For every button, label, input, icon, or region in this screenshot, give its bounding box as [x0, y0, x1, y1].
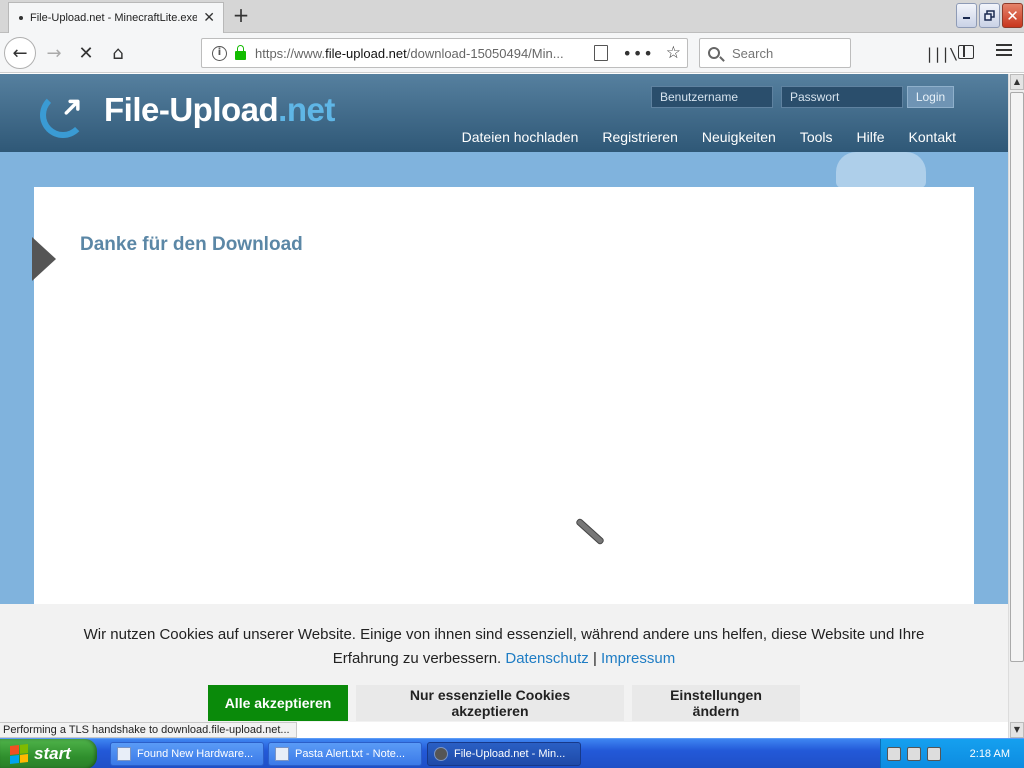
status-bar-text: Performing a TLS handshake to download.f…	[0, 722, 297, 738]
site-logo[interactable]: File-Upload.net	[104, 91, 335, 129]
url-path: /download-15050494/Min...	[406, 45, 564, 61]
task-label: Pasta Alert.txt - Note...	[295, 748, 406, 760]
arrow-right-icon: →	[46, 42, 62, 64]
change-settings-button[interactable]: Einstellungen ändern	[632, 685, 800, 721]
nav-contact[interactable]: Kontakt	[909, 129, 956, 145]
start-label: start	[34, 744, 71, 763]
lock-icon	[235, 44, 246, 60]
sidebar-icon[interactable]	[958, 45, 974, 59]
restore-icon	[984, 10, 995, 21]
task-label: Found New Hardware...	[137, 748, 254, 760]
notepad-icon	[275, 747, 289, 761]
nav-register[interactable]: Registrieren	[602, 129, 677, 145]
page-viewport: ➜ File-Upload.net Login Dateien hochlade…	[0, 74, 1008, 722]
imprint-link[interactable]: Impressum	[601, 650, 675, 667]
cookie-button-row: Alle akzeptieren Nur essenzielle Cookies…	[208, 685, 800, 721]
hamburger-menu-icon[interactable]	[996, 44, 1012, 58]
taskbar-item-browser[interactable]: File-Upload.net - Min...	[427, 742, 581, 766]
site-header: ➜ File-Upload.net Login Dateien hochlade…	[0, 74, 1008, 152]
scroll-up-icon[interactable]: ▲	[1010, 74, 1024, 90]
loading-dot-icon	[19, 16, 23, 20]
taskbar-item-hardware[interactable]: Found New Hardware...	[110, 742, 264, 766]
scroll-down-icon[interactable]: ▼	[1010, 722, 1024, 738]
tab-strip: File-Upload.net - MinecraftLite.exe ✕ + …	[0, 0, 1024, 33]
forward-button[interactable]: →	[38, 37, 70, 69]
close-window-button[interactable]: ✕	[1002, 3, 1023, 28]
navigation-toolbar: ← → ✕ ⌂ i https://www.file-upload.net/do…	[0, 33, 1024, 73]
back-button[interactable]: ←	[4, 37, 36, 69]
stop-button[interactable]: ✕	[70, 37, 102, 69]
windows-logo-icon	[10, 744, 28, 764]
close-icon: ✕	[1006, 6, 1019, 25]
decorative-cloud	[836, 152, 926, 188]
stop-x-icon: ✕	[78, 42, 94, 64]
site-navigation: Dateien hochladen Registrieren Neuigkeit…	[462, 129, 956, 145]
cookie-message: Wir nutzen Cookies auf unserer Website. …	[64, 623, 944, 671]
url-prefix: https://www.	[255, 45, 326, 61]
tab-title: File-Upload.net - MinecraftLite.exe	[30, 12, 198, 24]
page-heading: Danke für den Download	[80, 234, 303, 255]
clock: 2:18 AM	[969, 748, 1010, 760]
home-icon: ⌂	[112, 42, 124, 64]
accept-all-button[interactable]: Alle akzeptieren	[208, 685, 348, 721]
connection-icon[interactable]	[927, 747, 941, 761]
link-separator: |	[592, 650, 597, 667]
bookmark-star-icon[interactable]: ☆	[666, 43, 681, 63]
search-box[interactable]	[699, 38, 851, 68]
url-domain: file-upload.net	[325, 45, 407, 61]
vertical-scrollbar[interactable]: ▲ ▼	[1008, 74, 1024, 738]
taskbar: start Found New Hardware... Pasta Alert.…	[0, 738, 1024, 768]
nav-tools[interactable]: Tools	[800, 129, 833, 145]
nav-upload[interactable]: Dateien hochladen	[462, 129, 579, 145]
reader-view-icon[interactable]	[594, 45, 609, 61]
logo-name: File-Upload	[104, 91, 279, 128]
arrow-left-icon: ←	[12, 42, 28, 64]
password-field[interactable]	[781, 86, 903, 108]
accept-essential-button[interactable]: Nur essenzielle Cookies akzeptieren	[356, 685, 624, 721]
nav-news[interactable]: Neuigkeiten	[702, 129, 776, 145]
browser-icon	[434, 747, 448, 761]
section-marker-icon	[32, 237, 56, 281]
minimize-button[interactable]	[956, 3, 977, 28]
task-label: File-Upload.net - Min...	[454, 748, 566, 760]
close-tab-icon[interactable]: ✕	[203, 10, 215, 26]
privacy-link[interactable]: Datenschutz	[505, 650, 588, 667]
window-icon	[117, 747, 131, 761]
keyboard-icon[interactable]	[887, 747, 901, 761]
cookie-banner: Wir nutzen Cookies auf unserer Website. …	[0, 604, 1008, 722]
network-icon[interactable]	[907, 747, 921, 761]
restore-button[interactable]	[979, 3, 1000, 28]
logo-tld: .net	[278, 91, 335, 128]
search-input[interactable]	[732, 45, 842, 61]
url-text[interactable]: https://www.file-upload.net/download-150…	[255, 46, 588, 61]
nav-help[interactable]: Hilfe	[857, 129, 885, 145]
address-bar[interactable]: i https://www.file-upload.net/download-1…	[201, 38, 688, 68]
start-button[interactable]: start	[0, 739, 97, 768]
home-button[interactable]: ⌂	[102, 37, 134, 69]
library-icon[interactable]: |||\	[925, 45, 958, 63]
system-tray: 2:18 AM	[880, 739, 1024, 768]
cookie-text: Wir nutzen Cookies auf unserer Website. …	[83, 626, 925, 667]
taskbar-item-notepad[interactable]: Pasta Alert.txt - Note...	[268, 742, 422, 766]
browser-tab[interactable]: File-Upload.net - MinecraftLite.exe ✕	[8, 2, 224, 33]
search-icon	[708, 47, 720, 59]
login-button[interactable]: Login	[907, 86, 954, 108]
scroll-thumb[interactable]	[1010, 92, 1024, 662]
new-tab-button[interactable]: +	[228, 4, 254, 28]
username-field[interactable]	[651, 86, 773, 108]
minimize-icon	[963, 17, 970, 19]
page-actions-icon[interactable]: •••	[622, 44, 653, 63]
site-info-icon[interactable]: i	[212, 45, 227, 61]
